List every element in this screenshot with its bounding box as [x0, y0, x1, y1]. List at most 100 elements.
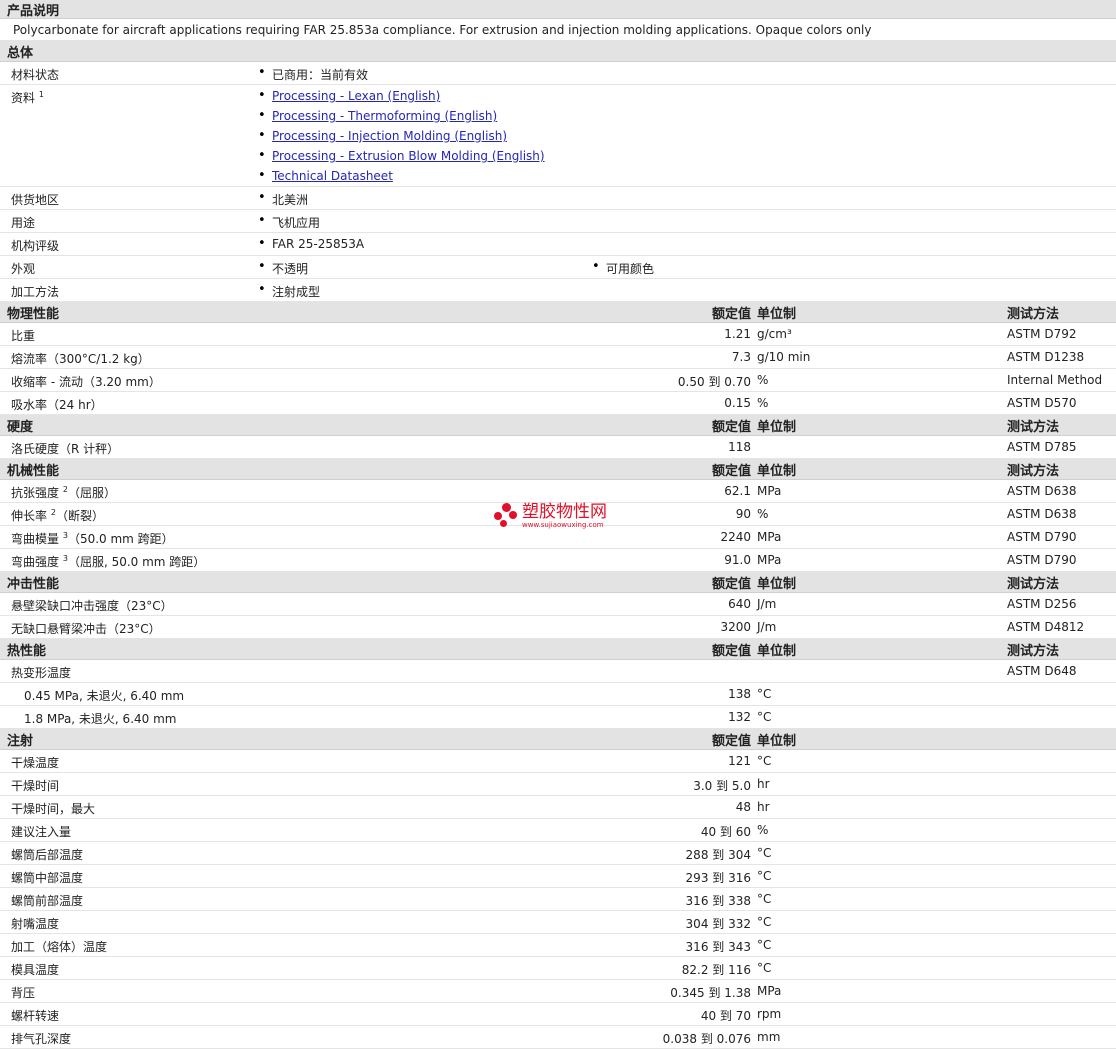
- row-unit: °C: [757, 892, 772, 906]
- table-row: 悬壁梁缺口冲击强度（23°C） 640 J/m ASTM D256: [0, 593, 1116, 616]
- row-nominal: 288 到 304: [685, 848, 751, 862]
- row-method: ASTM D648: [1007, 664, 1077, 678]
- row-nominal: 48: [735, 800, 751, 814]
- row-nominal: 316 到 343: [685, 940, 751, 954]
- row-method: ASTM D1238: [1007, 350, 1085, 364]
- row-label: 干燥温度: [11, 756, 60, 770]
- label-suffix: （断裂）: [55, 509, 104, 523]
- table-row: 热变形温度 ASTM D648: [0, 660, 1116, 683]
- table-row: 抗张强度 2（屈服） 62.1 MPa ASTM D638: [0, 480, 1116, 503]
- row-unit: MPa: [757, 530, 782, 544]
- row-method: ASTM D638: [1007, 484, 1077, 498]
- general-row-region: 供货地区 北美洲: [0, 187, 1116, 210]
- row-unit: °C: [757, 869, 772, 883]
- row-unit: %: [757, 396, 769, 410]
- row-label: 弯曲模量 3（50.0 mm 跨距）: [11, 530, 174, 547]
- row-label: 0.45 MPa, 未退火, 6.40 mm: [24, 689, 185, 703]
- row-method: ASTM D4812: [1007, 620, 1085, 634]
- row-label: 无缺口悬臂梁冲击（23°C）: [11, 622, 161, 636]
- row-label: 干燥时间，最大: [11, 802, 96, 816]
- row-label: 1.8 MPa, 未退火, 6.40 mm: [24, 712, 177, 726]
- row-value: 飞机应用: [258, 213, 320, 231]
- doc-link-technical-datasheet[interactable]: Technical Datasheet: [272, 169, 393, 183]
- doc-link-extrusion-blow-molding[interactable]: Processing - Extrusion Blow Molding (Eng…: [272, 149, 545, 163]
- docs-link-list: Processing - Lexan (English) Processing …: [258, 87, 545, 187]
- row-unit: J/m: [757, 597, 777, 611]
- list-item: Processing - Thermoforming (English): [258, 107, 545, 127]
- label-suffix: （50.0 mm 跨距）: [67, 532, 174, 546]
- table-row: 熔流率（300°C/1.2 kg） 7.3 g/10 min ASTM D123…: [0, 346, 1116, 369]
- row-label: 机构评级: [11, 239, 60, 253]
- table-row: 洛氏硬度（R 计秤） 118 ASTM D785: [0, 436, 1116, 459]
- row-unit: mm: [757, 1030, 781, 1044]
- row-method: Internal Method: [1007, 373, 1103, 387]
- row-unit: °C: [757, 938, 772, 952]
- row-label: 射嘴温度: [11, 917, 60, 931]
- header-unit: 单位制: [757, 644, 797, 659]
- doc-link-injection-molding[interactable]: Processing - Injection Molding (English): [272, 129, 507, 143]
- row-nominal: 293 到 316: [685, 871, 751, 885]
- section-header-general: 总体: [0, 41, 1116, 62]
- row-nominal: 304 到 332: [685, 917, 751, 931]
- row-nominal: 40 到 60: [700, 825, 751, 839]
- section-header-thermal: 热性能 额定值 单位制 测试方法: [0, 639, 1116, 660]
- row-label: 供货地区: [11, 193, 60, 207]
- section-title: 冲击性能: [7, 577, 60, 592]
- header-nominal: 额定值: [711, 307, 751, 322]
- doc-link-lexan[interactable]: Processing - Lexan (English): [272, 89, 440, 103]
- watermark-text: 塑胶物性网: [522, 502, 607, 522]
- list-item: Processing - Extrusion Blow Molding (Eng…: [258, 147, 545, 167]
- row-label: 比重: [11, 329, 36, 343]
- table-row: 吸水率（24 hr） 0.15 % ASTM D570: [0, 392, 1116, 415]
- general-row-docs: 资料 1 Processing - Lexan (English) Proces…: [0, 85, 1116, 187]
- table-row: 建议注入量 40 到 60 %: [0, 819, 1116, 842]
- row-label: 熔流率（300°C/1.2 kg）: [11, 352, 150, 366]
- table-row: 0.45 MPa, 未退火, 6.40 mm 138 °C: [0, 683, 1116, 706]
- general-row-rating: 机构评级 FAR 25-25853A: [0, 233, 1116, 256]
- header-method: 测试方法: [1007, 464, 1060, 479]
- row-nominal: 2240: [720, 530, 751, 544]
- row-value: FAR 25-25853A: [258, 236, 364, 251]
- section-header-physical: 物理性能 额定值 单位制 测试方法: [0, 302, 1116, 323]
- table-row: 背压 0.345 到 1.38 MPa: [0, 980, 1116, 1003]
- list-item: Processing - Injection Molding (English): [258, 127, 545, 147]
- row-label: 外观: [11, 262, 36, 276]
- section-header-description: 产品说明: [0, 0, 1116, 19]
- label-text: 弯曲模量: [11, 532, 60, 546]
- row-value: 不透明: [258, 259, 308, 277]
- row-unit: °C: [757, 915, 772, 929]
- row-label: 吸水率（24 hr）: [11, 398, 103, 412]
- row-unit: MPa: [757, 484, 782, 498]
- row-label: 用途: [11, 216, 36, 230]
- row-unit: g/cm³: [757, 327, 792, 341]
- row-label: 螺杆转速: [11, 1009, 60, 1023]
- row-nominal: 90: [735, 507, 751, 521]
- row-unit: hr: [757, 777, 770, 791]
- row-nominal: 0.038 到 0.076: [662, 1032, 751, 1046]
- row-method: ASTM D792: [1007, 327, 1077, 341]
- row-nominal: 118: [728, 440, 751, 454]
- table-row: 模具温度 82.2 到 116 °C: [0, 957, 1116, 980]
- table-row: 弯曲强度 3（屈服, 50.0 mm 跨距） 91.0 MPa ASTM D79…: [0, 549, 1116, 572]
- row-label: 螺筒后部温度: [11, 848, 84, 862]
- header-unit: 单位制: [757, 734, 797, 749]
- row-unit: °C: [757, 961, 772, 975]
- row-unit: %: [757, 507, 769, 521]
- section-title: 热性能: [7, 644, 47, 659]
- row-label: 螺筒前部温度: [11, 894, 84, 908]
- header-method: 测试方法: [1007, 307, 1060, 322]
- header-unit: 单位制: [757, 420, 797, 435]
- row-method: ASTM D785: [1007, 440, 1077, 454]
- section-title: 硬度: [7, 420, 34, 435]
- table-row: 1.8 MPa, 未退火, 6.40 mm 132 °C: [0, 706, 1116, 729]
- row-nominal: 316 到 338: [685, 894, 751, 908]
- header-unit: 单位制: [757, 307, 797, 322]
- row-label: 螺筒中部温度: [11, 871, 84, 885]
- row-method: ASTM D256: [1007, 597, 1077, 611]
- row-value: 注射成型: [258, 282, 320, 300]
- doc-link-thermoforming[interactable]: Processing - Thermoforming (English): [272, 109, 497, 123]
- row-unit: %: [757, 823, 769, 837]
- label-text: 弯曲强度: [11, 555, 60, 569]
- header-nominal: 额定值: [711, 644, 751, 659]
- watermark-url: www.sujiaowuxing.com: [522, 521, 604, 529]
